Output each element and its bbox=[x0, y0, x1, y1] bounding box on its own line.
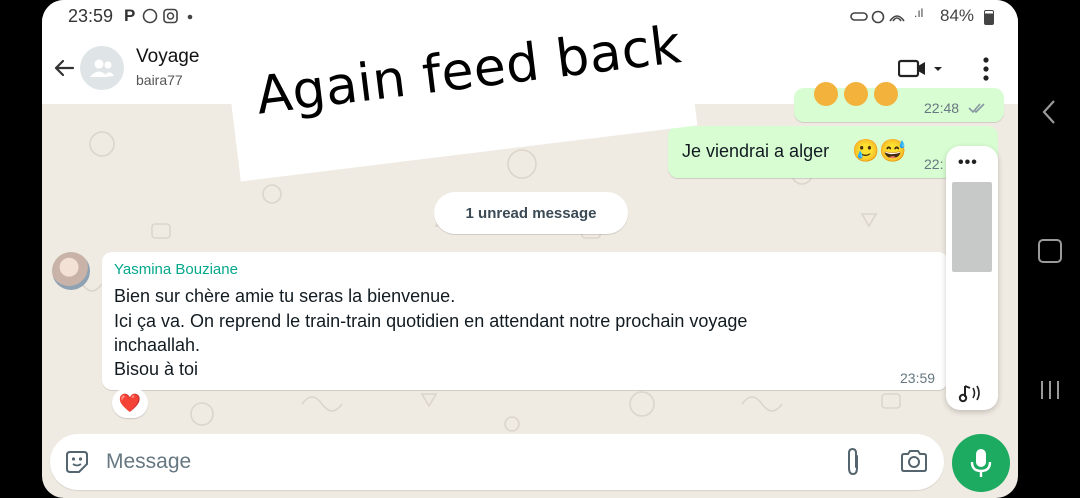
microphone-button[interactable] bbox=[952, 434, 1010, 492]
phone-screen: 23:59 P .ıl 84% Voyage baira77 22:48 Je … bbox=[42, 0, 1018, 498]
home-nav-icon[interactable] bbox=[1038, 239, 1062, 263]
arrow-left-icon[interactable] bbox=[52, 56, 76, 80]
floating-side-panel[interactable]: ••• bbox=[946, 146, 998, 410]
sticker-icon[interactable] bbox=[64, 449, 90, 475]
emoji-face-icon bbox=[844, 82, 868, 106]
message-line: Bisou à toi bbox=[114, 359, 199, 379]
message-line: inchaallah. bbox=[114, 335, 201, 355]
message-time: 22:48 bbox=[924, 100, 960, 116]
message-time: 23:59 bbox=[900, 370, 936, 386]
panel-scroll-area[interactable] bbox=[952, 182, 992, 272]
message-input-bar[interactable]: Message bbox=[50, 434, 944, 490]
back-nav-icon[interactable] bbox=[1040, 98, 1058, 126]
reaction-heart[interactable]: ❤️ bbox=[112, 388, 148, 418]
more-vertical-icon[interactable] bbox=[982, 56, 990, 82]
chat-subtitle[interactable]: baira77 bbox=[136, 72, 183, 88]
camera-icon[interactable] bbox=[900, 449, 928, 473]
unread-label: 1 unread message bbox=[465, 204, 597, 222]
double-check-icon bbox=[968, 103, 985, 114]
notification-icons bbox=[142, 8, 193, 24]
unread-divider: 1 unread message bbox=[434, 192, 628, 234]
message-line: Ici ça va. On reprend le train-train quo… bbox=[114, 311, 748, 331]
message-emojis: 🥲😅 bbox=[852, 138, 907, 163]
group-icon bbox=[90, 59, 114, 77]
microphone-icon bbox=[970, 449, 992, 477]
emoji-face-icon bbox=[874, 82, 898, 106]
signal-icon: .ıl bbox=[914, 6, 924, 20]
more-horizontal-icon[interactable]: ••• bbox=[958, 154, 978, 172]
message-time: 22: bbox=[924, 156, 944, 172]
video-camera-icon[interactable] bbox=[898, 58, 944, 80]
recents-nav-icon[interactable] bbox=[1038, 379, 1062, 401]
paperclip-icon[interactable] bbox=[844, 447, 862, 477]
battery-icon bbox=[984, 10, 994, 25]
chat-title[interactable]: Voyage bbox=[136, 46, 199, 68]
annotation-text: Again feed back bbox=[253, 15, 685, 127]
sender-avatar[interactable] bbox=[52, 252, 90, 290]
group-avatar[interactable] bbox=[80, 46, 124, 90]
message-bubble-out-partial[interactable]: 22:48 bbox=[794, 82, 1004, 122]
battery-percent: 84% bbox=[940, 6, 975, 25]
message-input[interactable]: Message bbox=[106, 450, 191, 474]
sender-name[interactable]: Yasmina Bouziane bbox=[114, 261, 238, 278]
message-text: Je viendrai a alger bbox=[682, 141, 830, 161]
notification-p-icon: P bbox=[124, 6, 136, 25]
status-time: 23:59 bbox=[68, 6, 114, 26]
status-icons bbox=[850, 10, 905, 24]
audio-icon[interactable] bbox=[958, 382, 986, 404]
message-line: Bien sur chère amie tu seras la bienvenu… bbox=[114, 286, 456, 306]
emoji-face-icon bbox=[814, 82, 838, 106]
